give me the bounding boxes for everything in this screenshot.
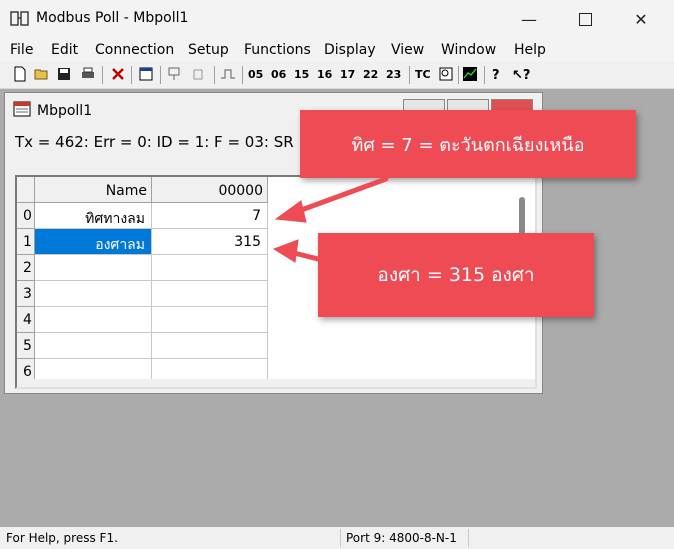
row-name-cell[interactable] [35, 281, 152, 307]
horizontal-scrollbar[interactable] [17, 379, 535, 387]
open-folder-icon[interactable] [34, 66, 50, 82]
connect-icon[interactable] [166, 66, 182, 82]
status-port-text: Port 9: 4800-8-N-1 [346, 531, 457, 545]
row-name-cell[interactable] [35, 307, 152, 333]
delete-icon[interactable] [110, 66, 126, 82]
column-header-name[interactable]: Name [35, 177, 152, 203]
row-name-cell[interactable] [35, 333, 152, 359]
toolbar-separator [409, 66, 410, 84]
menu-display[interactable]: Display [324, 42, 376, 58]
context-help-icon[interactable]: ↖? [512, 68, 530, 83]
function-23-button[interactable]: 23 [386, 68, 401, 81]
close-button[interactable]: ✕ [618, 4, 664, 34]
minimize-button[interactable]: — [506, 4, 552, 34]
row-value-cell[interactable]: 7 [152, 203, 268, 229]
function-17-button[interactable]: 17 [340, 68, 355, 81]
direction-callout: ทิศ = 7 = ตะวันตกเฉียงเหนือ [300, 110, 636, 178]
chart-icon[interactable] [462, 66, 478, 82]
poll-status-line: Tx = 462: Err = 0: ID = 1: F = 03: SR [15, 133, 294, 151]
mbpoll-doc-icon [13, 101, 31, 117]
menu-bar: File Edit Connection Setup Functions Dis… [0, 38, 674, 62]
toolbar-separator [484, 66, 485, 84]
window-icon[interactable] [138, 66, 154, 82]
vertical-scrollbar-thumb[interactable] [519, 197, 525, 235]
minimize-icon: — [521, 9, 537, 29]
menu-edit[interactable]: Edit [51, 42, 78, 58]
table-corner [17, 177, 35, 203]
row-value-cell[interactable] [152, 307, 268, 333]
function-22-button[interactable]: 22 [363, 68, 378, 81]
row-name-cell-selected[interactable]: องศาลม [35, 229, 152, 255]
status-bar: For Help, press F1. Port 9: 4800-8-N-1 [0, 527, 674, 549]
row-index: 5 [17, 333, 35, 359]
menu-setup[interactable]: Setup [188, 42, 229, 58]
zoom-icon[interactable] [438, 66, 454, 82]
toolbar-separator [242, 66, 243, 84]
column-header-address[interactable]: 00000 [152, 177, 268, 203]
title-bar: Modbus Poll - Mbpoll1 — ✕ [0, 0, 674, 38]
traffic-button[interactable]: TC [415, 68, 431, 81]
new-document-icon[interactable] [12, 66, 28, 82]
row-name-cell[interactable]: ทิศทางลม [35, 203, 152, 229]
toolbar-separator [102, 66, 103, 84]
row-index: 4 [17, 307, 35, 333]
pulse-icon[interactable] [220, 66, 236, 82]
row-value-cell[interactable] [152, 255, 268, 281]
window-title: Modbus Poll - Mbpoll1 [36, 10, 189, 26]
status-help-text: For Help, press F1. [6, 531, 118, 545]
row-name-cell[interactable] [35, 255, 152, 281]
status-divider [468, 529, 469, 547]
close-icon: ✕ [634, 9, 648, 29]
row-value-cell[interactable]: 315 [152, 229, 268, 255]
function-15-button[interactable]: 15 [294, 68, 309, 81]
modbus-app-icon [10, 11, 29, 26]
toolbar-separator [131, 66, 132, 84]
toolbar-separator [214, 66, 215, 84]
toolbar-separator [160, 66, 161, 84]
status-divider [340, 529, 341, 547]
degree-callout: องศา = 315 องศา [318, 233, 594, 317]
function-06-button[interactable]: 06 [271, 68, 286, 81]
toolbar-separator [458, 66, 459, 84]
menu-functions[interactable]: Functions [244, 42, 311, 58]
save-icon[interactable] [56, 66, 72, 82]
menu-window[interactable]: Window [441, 42, 496, 58]
menu-connection[interactable]: Connection [95, 42, 174, 58]
function-16-button[interactable]: 16 [317, 68, 332, 81]
menu-view[interactable]: View [391, 42, 424, 58]
row-index: 3 [17, 281, 35, 307]
row-value-cell[interactable] [152, 281, 268, 307]
child-title: Mbpoll1 [37, 103, 93, 119]
disconnect-icon[interactable] [190, 66, 206, 82]
toolbar: 05 06 15 16 17 22 23 TC ? ↖? [0, 62, 674, 89]
menu-file[interactable]: File [10, 42, 33, 58]
row-index: 0 [17, 203, 35, 229]
help-icon[interactable]: ? [492, 68, 500, 83]
row-index: 2 [17, 255, 35, 281]
maximize-button[interactable] [562, 4, 608, 34]
row-value-cell[interactable] [152, 333, 268, 359]
function-05-button[interactable]: 05 [248, 68, 263, 81]
print-icon[interactable] [80, 66, 96, 82]
menu-help[interactable]: Help [514, 42, 546, 58]
maximize-icon [578, 12, 592, 26]
row-index: 1 [17, 229, 35, 255]
